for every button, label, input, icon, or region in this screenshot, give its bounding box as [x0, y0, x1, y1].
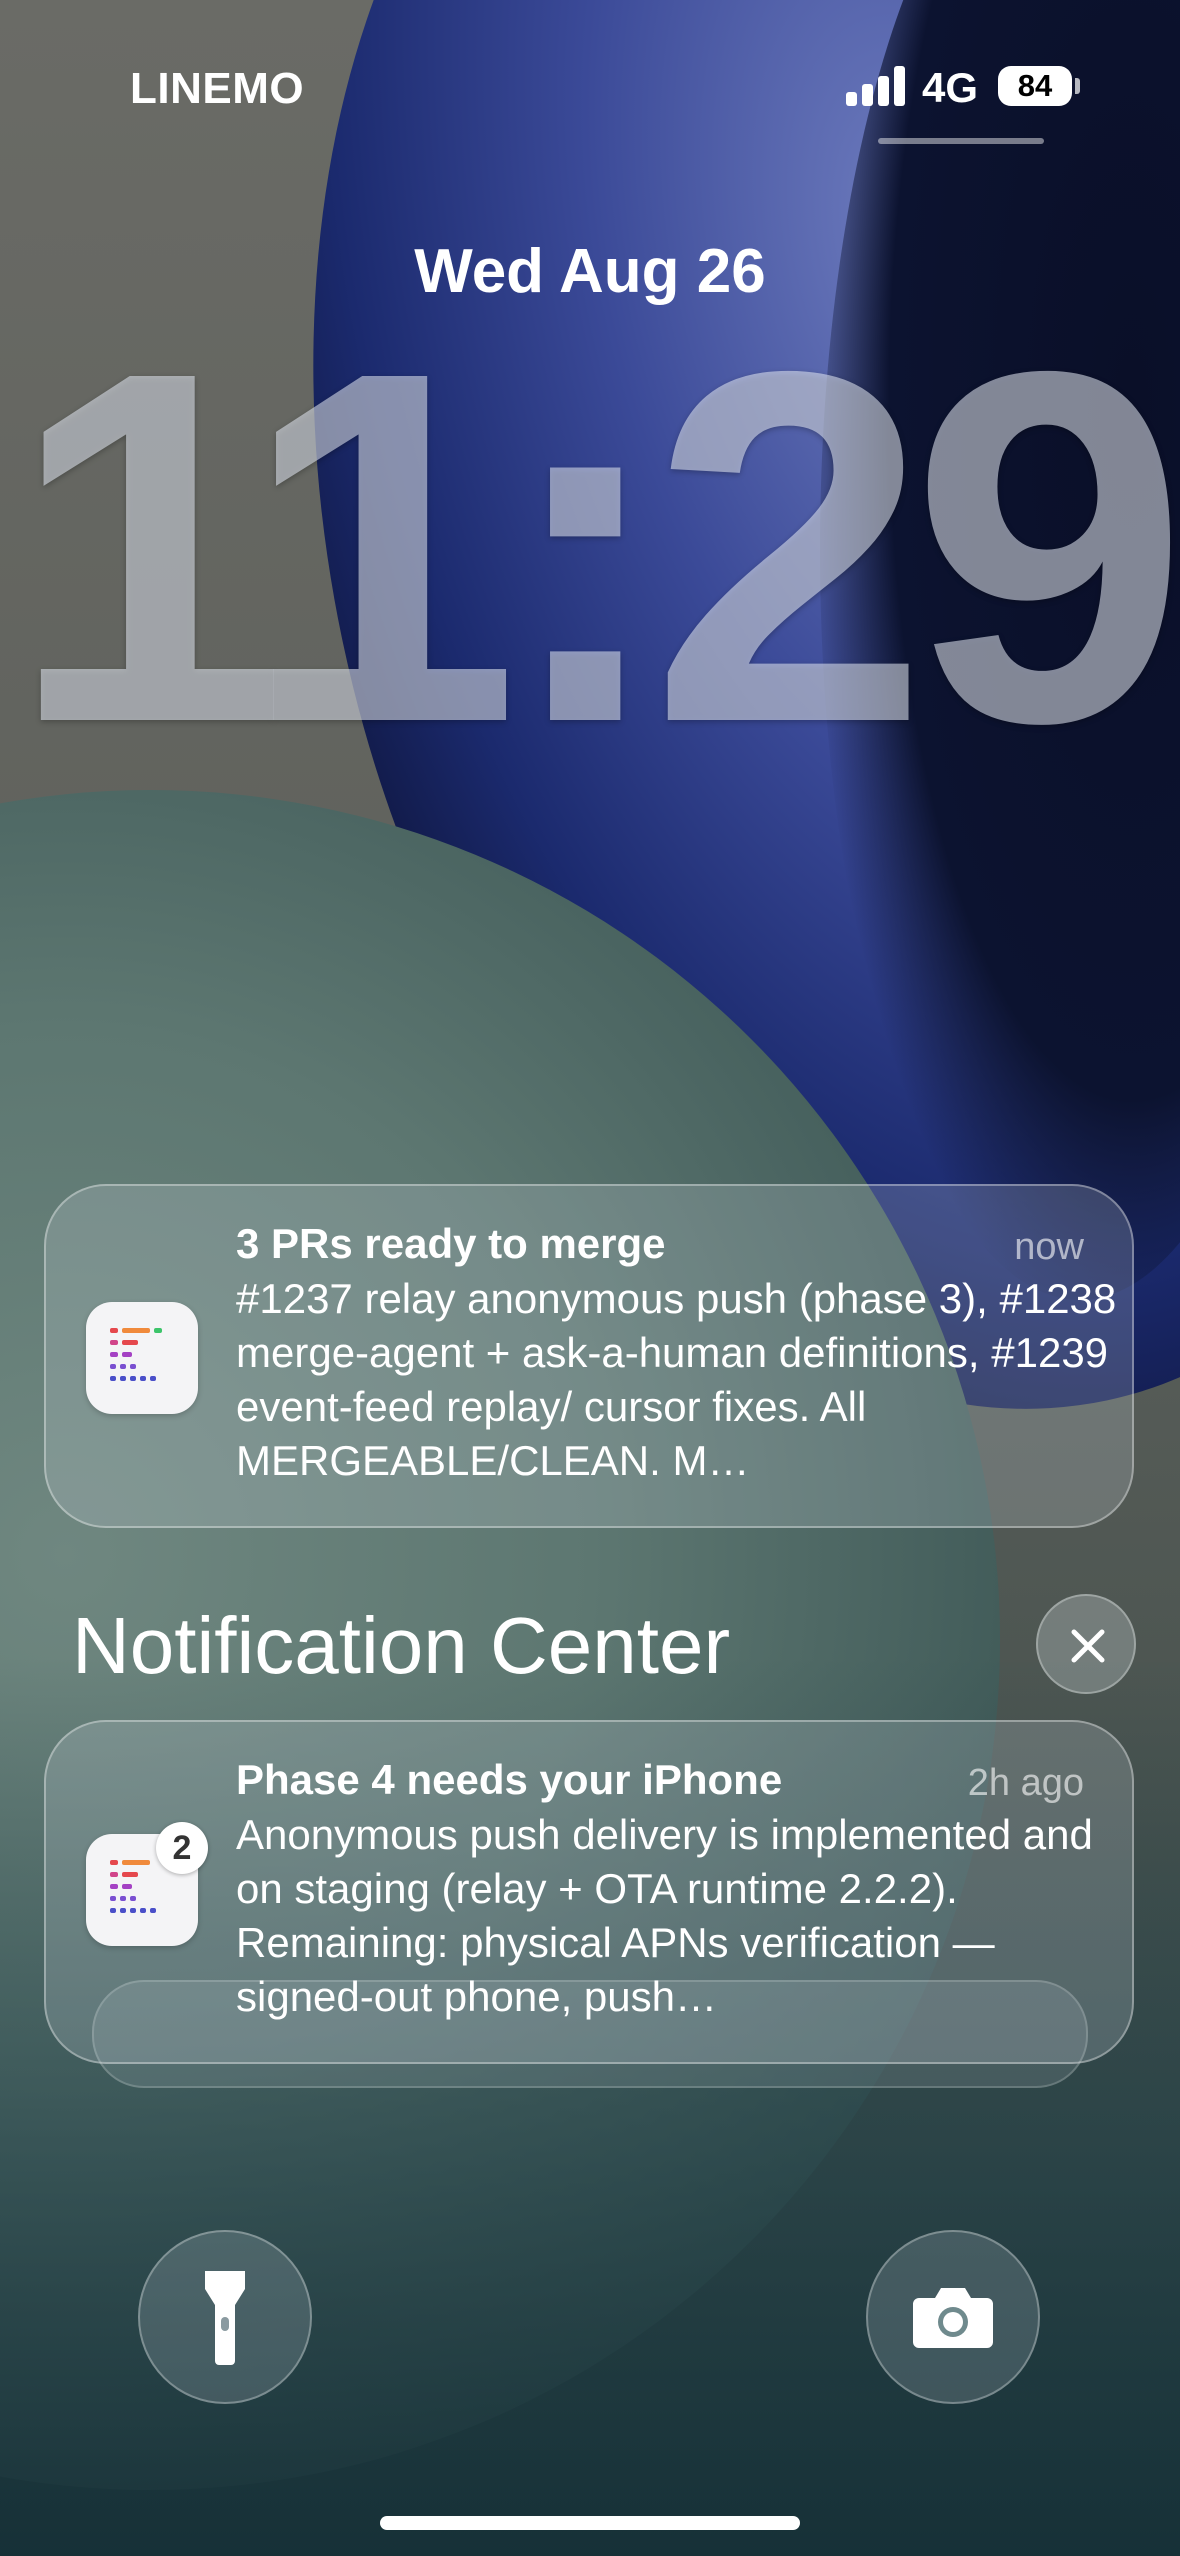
cellular-signal-icon: [846, 66, 908, 106]
notification-body: #1237 relay anonymous push (phase 3), #1…: [236, 1275, 1117, 1484]
camera-icon: [913, 2288, 993, 2348]
notification-body: Anonymous push delivery is implemented a…: [236, 1811, 1093, 2020]
app-icon: 2: [86, 1822, 208, 1946]
notification-count-badge: 2: [156, 1822, 208, 1874]
notification-time: 2h ago: [967, 1762, 1084, 1804]
battery-tip: [1075, 78, 1080, 94]
battery-icon: 84: [998, 66, 1072, 106]
notification-center-title: Notification Center: [72, 1601, 731, 1690]
lock-time: 11:29: [9, 267, 1180, 826]
camera-button[interactable]: [866, 2230, 1040, 2404]
home-indicator[interactable]: [380, 2516, 800, 2530]
network-type-label: 4G: [922, 64, 979, 111]
flashlight-button[interactable]: [138, 2230, 312, 2404]
flashlight-icon: [205, 2271, 245, 2365]
notification-card[interactable]: 3 PRs ready to merge now #1237 relay ano…: [44, 1184, 1134, 1528]
control-center-indicator[interactable]: [878, 138, 1044, 144]
carrier-label: LINEMO: [130, 64, 305, 113]
close-icon: [1071, 1629, 1105, 1663]
notification-center-close-button[interactable]: [1036, 1594, 1136, 1694]
status-bar: LINEMO 4G 84: [0, 0, 1180, 180]
battery-level: 84: [1017, 68, 1053, 103]
app-icon: [86, 1302, 198, 1414]
notification-card[interactable]: 2 Phase 4 needs your iPhone 2h ago Anony…: [44, 1720, 1134, 2064]
notification-title: 3 PRs ready to merge: [236, 1220, 666, 1267]
notification-time: now: [1014, 1226, 1084, 1268]
notification-title: Phase 4 needs your iPhone: [236, 1756, 783, 1803]
